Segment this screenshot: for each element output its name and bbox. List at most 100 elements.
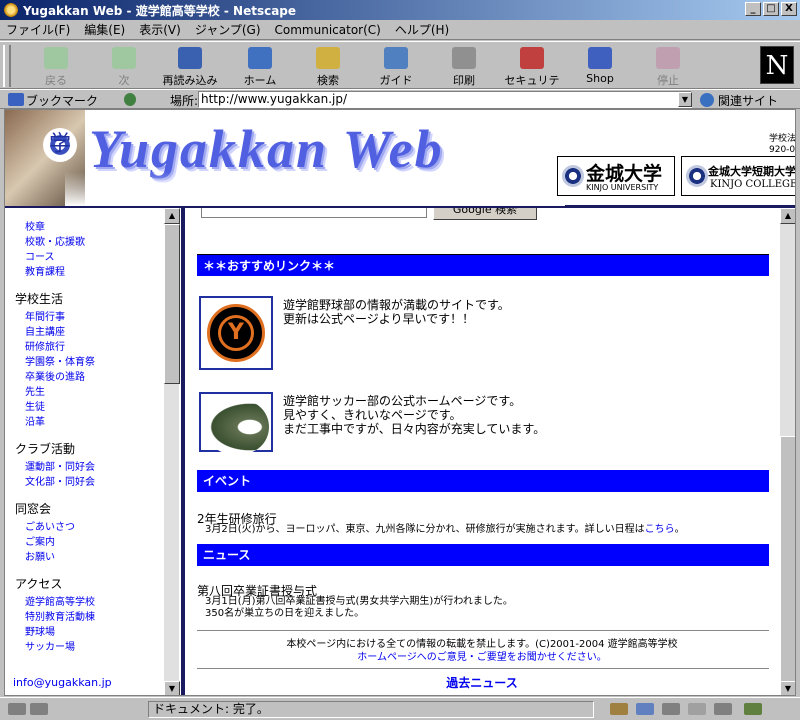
toolbar-grip[interactable]	[3, 45, 11, 87]
sidebar-link[interactable]: お願い	[25, 548, 55, 563]
netscape-logo[interactable]: N	[760, 46, 794, 84]
sidebar-link[interactable]: 校章	[25, 218, 45, 233]
main-scrollbar[interactable]: ▲ ▼	[779, 208, 795, 695]
kinjo-college-banner[interactable]: 金城大学短期大学部 KINJO COLLEGE	[681, 156, 795, 196]
sidebar-link[interactable]: 生徒	[25, 398, 45, 413]
connection-status-icon	[30, 703, 48, 715]
sidebar-link[interactable]: 校歌・応援歌	[25, 233, 85, 248]
guide-button[interactable]: ガイド	[366, 45, 426, 87]
back-button[interactable]: 戻る	[26, 45, 86, 87]
sidebar-link[interactable]: 先生	[25, 383, 45, 398]
minimize-button[interactable]: _	[745, 2, 761, 16]
reload-button[interactable]: 再読み込み	[160, 45, 220, 87]
email-link[interactable]: info@yugakkan.jp	[13, 676, 112, 689]
location-page-icon[interactable]	[124, 93, 136, 106]
google-search-input[interactable]	[201, 208, 427, 218]
main-frame: Google 検索 ＊＊おすすめリンク＊＊ Y 遊学館野球部の情報が満載のサイト…	[185, 208, 779, 695]
home-button[interactable]: ホーム	[230, 45, 290, 87]
sidebar-link[interactable]: 沿革	[25, 413, 45, 428]
banner-side-text: 学校法 920-0	[769, 134, 796, 155]
menu-file[interactable]: ファイル(F)	[6, 21, 70, 38]
sidebar-section-title: アクセス	[15, 577, 63, 591]
sidebar-link[interactable]: 自主講座	[25, 323, 65, 338]
sidebar-link[interactable]: 文化部・同好会	[25, 473, 95, 488]
security-button[interactable]: セキュリティ	[502, 45, 562, 103]
soccer-link-description: 遊学館サッカー部の公式ホームページです。 見やすく、きれいなページです。 まだ工…	[283, 394, 546, 436]
kinjo-university-banner[interactable]: 金城大学 KINJO UNIVERSITY	[557, 156, 675, 196]
news-header: ニュース	[197, 544, 769, 566]
sidebar-link[interactable]: サッカー場	[25, 638, 75, 653]
print-button[interactable]: 印刷	[434, 45, 494, 87]
baseball-logo-icon: Y	[207, 304, 265, 362]
sidebar-link[interactable]: 運動部・同好会	[25, 458, 95, 473]
sidebar-link[interactable]: 特別教育活動棟	[25, 608, 95, 623]
menu-go[interactable]: ジャンプ(G)	[195, 21, 261, 38]
sidebar-scrollbar[interactable]: ▲ ▼	[163, 208, 180, 695]
scroll-down-button[interactable]: ▼	[780, 681, 795, 695]
related-sites-icon	[700, 93, 714, 107]
footer-divider	[197, 668, 769, 669]
sidebar-link[interactable]: ごあいさつ	[25, 518, 75, 533]
composer-icon[interactable]	[688, 703, 706, 715]
status-bar: ドキュメント: 完了。	[0, 697, 800, 720]
address-book-icon[interactable]	[714, 703, 732, 715]
mail-icon[interactable]	[610, 703, 628, 715]
sidebar-link[interactable]: ご案内	[25, 533, 55, 548]
url-dropdown-button[interactable]: ▼	[678, 92, 692, 107]
bookmarks-button[interactable]: ブックマーク	[26, 92, 98, 109]
google-search-button[interactable]: Google 検索	[433, 208, 537, 220]
printer-icon	[452, 47, 476, 69]
event-detail-link[interactable]: こちら	[645, 524, 675, 535]
kinjo-seal-icon	[562, 165, 584, 187]
event-header: イベント	[197, 470, 769, 492]
sidebar-link[interactable]: 卒業後の進路	[25, 368, 85, 383]
related-sites-button[interactable]: 関連サイト	[718, 92, 778, 109]
discussion-icon[interactable]	[662, 703, 680, 715]
scroll-thumb[interactable]	[780, 436, 795, 691]
left-sidebar: 校章 校歌・応援歌 コース 教育課程 学校生活 年間行事 自主講座 研修旅行 学…	[5, 208, 180, 695]
navigation-toolbar: 戻る 次 再読み込み ホーム 検索 ガイド 印刷 セキュリティ Shop 停止 …	[0, 41, 800, 103]
close-button[interactable]: X	[781, 2, 797, 16]
edit-icon[interactable]	[744, 703, 762, 715]
sidebar-section-title: 学校生活	[15, 292, 64, 306]
feedback-link[interactable]: ホームページへのご意見・ご要望をお聞かせください。	[357, 652, 607, 663]
location-bar: ブックマーク 場所: http://www.yugakkan.jp/ ▼ 関連サ…	[0, 89, 800, 109]
baseball-club-banner[interactable]: Y	[199, 296, 273, 370]
location-label: 場所:	[170, 94, 199, 108]
menu-bar: ファイル(F) 編集(E) 表示(V) ジャンプ(G) Communicator…	[0, 20, 800, 40]
news-text: 350名が巣立ちの日を迎えました。	[205, 608, 365, 619]
scroll-down-button[interactable]: ▼	[164, 681, 180, 695]
scroll-thumb[interactable]	[164, 224, 180, 384]
forward-button[interactable]: 次	[94, 45, 154, 87]
baseball-link-description: 遊学館野球部の情報が満載のサイトです。 更新は公式ページより早いです！！	[283, 298, 510, 326]
status-text: ドキュメント: 完了。	[148, 701, 594, 718]
soccer-club-banner[interactable]	[199, 392, 273, 454]
sidebar-link[interactable]: コース	[25, 248, 55, 263]
menu-view[interactable]: 表示(V)	[139, 21, 181, 38]
news-text: 3月1日(月)第八回卒業証書授与式(男女共学六期生)が行われました。	[205, 596, 513, 607]
sidebar-link[interactable]: 研修旅行	[25, 338, 65, 353]
sidebar-link[interactable]: 遊学館高等学校	[25, 593, 95, 608]
sidebar-link[interactable]: 学園祭・体育祭	[25, 353, 95, 368]
forward-arrow-icon	[112, 47, 136, 69]
sidebar-link[interactable]: 教育課程	[25, 263, 65, 278]
feedback-line: ホームページへのご意見・ご要望をお聞かせください。	[185, 651, 779, 664]
scroll-up-button[interactable]: ▲	[164, 208, 180, 224]
search-button[interactable]: 検索	[298, 45, 358, 87]
shop-button[interactable]: Shop	[570, 45, 630, 87]
footer-divider	[197, 630, 769, 631]
menu-edit[interactable]: 編集(E)	[84, 21, 125, 38]
menu-help[interactable]: ヘルプ(H)	[395, 21, 449, 38]
maximize-button[interactable]: □	[763, 2, 779, 16]
stop-button[interactable]: 停止	[638, 45, 698, 87]
sidebar-link[interactable]: 年間行事	[25, 308, 65, 323]
sidebar-link[interactable]: 野球場	[25, 623, 55, 638]
past-news-link[interactable]: 過去ニュース	[185, 674, 779, 691]
title-bar: Yugakkan Web - 遊学館高等学校 - Netscape _ □ X	[0, 0, 800, 20]
site-title: Yugakkan Web	[89, 119, 444, 179]
url-input[interactable]: http://www.yugakkan.jp/	[198, 91, 692, 108]
messenger-icon[interactable]	[636, 703, 654, 715]
scroll-up-button[interactable]: ▲	[780, 208, 795, 224]
menu-communicator[interactable]: Communicator(C)	[275, 23, 381, 37]
security-status-icon[interactable]	[8, 703, 26, 715]
